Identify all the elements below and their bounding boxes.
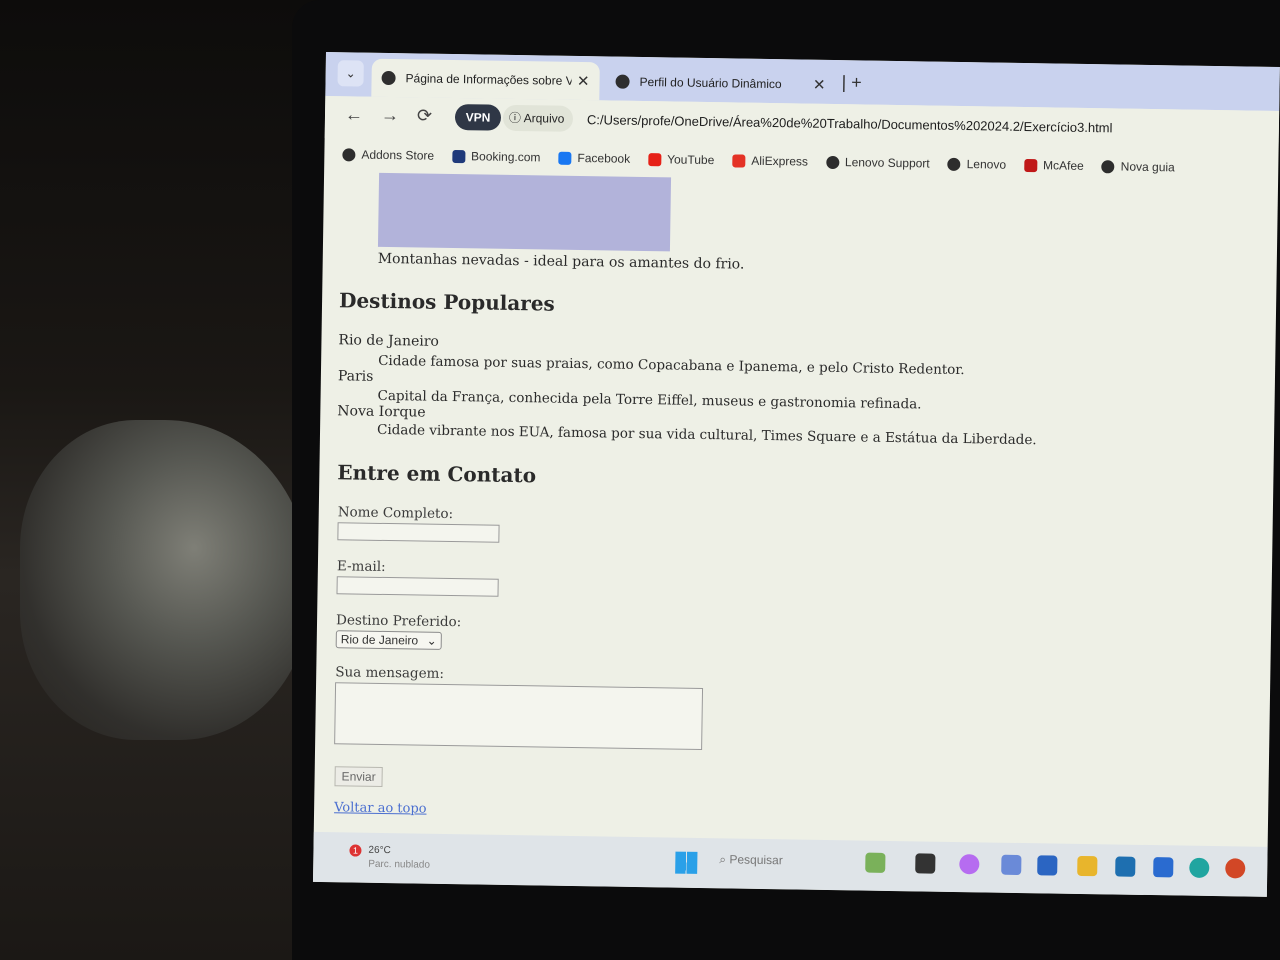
windows-start-icon[interactable]	[675, 851, 698, 874]
select-value: Rio de Janeiro	[340, 632, 419, 648]
store-icon[interactable]	[1115, 856, 1136, 877]
bookmark-addons-store[interactable]: Addons Store	[342, 142, 434, 167]
globe-icon	[825, 155, 840, 169]
aliexpress-icon	[732, 153, 746, 168]
destination-label: Destino Preferido:	[335, 612, 462, 631]
bookmark-label: Lenovo Support	[844, 155, 930, 171]
copilot-icon[interactable]	[959, 854, 980, 875]
bookmark-label: Nova guia	[1120, 159, 1175, 175]
bookmark-label: YouTube	[667, 152, 715, 168]
destination-name: Rio de Janeiro	[338, 332, 440, 350]
edge-icon[interactable]	[1189, 857, 1210, 878]
destinations-heading: Destinos Populares	[338, 288, 555, 316]
close-tab-icon[interactable]: ✕	[577, 72, 590, 90]
email-label: E-mail:	[336, 558, 386, 575]
weather-alert-icon[interactable]: 1	[349, 844, 362, 857]
lenovo-icon[interactable]	[915, 853, 936, 874]
word-icon[interactable]	[1037, 855, 1058, 876]
reload-icon[interactable]: ⟳	[417, 105, 432, 126]
bookmark-label: Addons Store	[361, 147, 435, 163]
back-arrow-icon[interactable]: ←	[345, 104, 363, 125]
file-explorer-icon[interactable]	[1077, 855, 1098, 877]
globe-icon	[947, 157, 961, 171]
bookmark-mcafee[interactable]: McAfee	[1023, 153, 1084, 178]
destination-description: Cidade vibrante nos EUA, famosa por sua …	[376, 421, 1037, 449]
address-bar[interactable]: C:/Users/profe/OneDrive/Área%20de%20Trab…	[587, 112, 1113, 135]
bookmark-aliexpress[interactable]: AliExpress	[732, 148, 808, 173]
powerpoint-icon[interactable]	[1225, 858, 1246, 879]
bookmark-facebook[interactable]: Facebook	[558, 146, 630, 171]
vpn-button[interactable]: VPN	[454, 104, 502, 131]
addons-store-icon	[342, 147, 356, 161]
bookmark-nova-guia[interactable]: Nova guia	[1101, 154, 1175, 179]
back-to-top-link[interactable]: Voltar ao topo	[334, 800, 427, 816]
taskbar-search-placeholder: Pesquisar	[729, 852, 783, 868]
widgets-icon[interactable]	[865, 852, 886, 873]
chevron-down-icon: ⌄	[426, 633, 437, 648]
globe-icon	[1101, 159, 1115, 173]
bookmark-label: AliExpress	[751, 153, 809, 169]
bookmark-lenovo[interactable]: Lenovo	[947, 152, 1007, 177]
search-icon: ⌕	[719, 852, 730, 867]
destination-description: Cidade famosa por suas praias, como Copa…	[378, 352, 965, 379]
plastic-bag	[20, 420, 310, 740]
page-content: Montanhas nevadas - ideal para os amante…	[314, 170, 1278, 845]
bookmark-label: Lenovo	[966, 157, 1007, 172]
tab-title: Página de Informações sobre Vi	[405, 71, 572, 88]
bookmark-label: McAfee	[1042, 158, 1084, 173]
taskbar-search[interactable]: ⌕ Pesquisar	[719, 852, 783, 868]
new-tab-icon[interactable]: | +	[841, 72, 862, 93]
laptop-screen: ⌄ Página de Informações sobre Vi ✕ Perfi…	[312, 52, 1280, 897]
tab-active[interactable]: Página de Informações sobre Vi ✕	[371, 58, 600, 101]
facebook-icon	[558, 151, 572, 165]
destination-select[interactable]: Rio de Janeiro ⌄	[335, 630, 442, 650]
email-input[interactable]	[336, 576, 499, 597]
destination-name: Paris	[337, 368, 374, 385]
site-info-chip[interactable]: ⓘ Arquivo	[502, 104, 574, 132]
bookmark-youtube[interactable]: YouTube	[648, 147, 715, 172]
message-label: Sua mensagem:	[335, 664, 445, 682]
globe-icon	[615, 74, 630, 89]
destination-description: Capital da França, conhecida pela Torre …	[377, 387, 922, 413]
booking-icon	[451, 149, 466, 163]
forward-arrow-icon[interactable]: →	[381, 105, 399, 126]
tab-search-button[interactable]: ⌄	[337, 60, 364, 87]
submit-button[interactable]: Enviar	[334, 766, 383, 787]
lenovo-vantage-icon[interactable]	[1153, 857, 1174, 878]
temperature[interactable]: 26°C	[368, 845, 391, 856]
image-caption: Montanhas nevadas - ideal para os amante…	[377, 250, 745, 273]
name-input[interactable]	[337, 522, 500, 543]
mountain-image	[377, 172, 672, 252]
teams-icon[interactable]	[1001, 854, 1022, 876]
bookmark-lenovo-support[interactable]: Lenovo Support	[825, 150, 930, 176]
globe-icon	[381, 70, 396, 86]
name-label: Nome Completo:	[337, 504, 454, 523]
tab-inactive[interactable]: Perfil do Usuário Dinâmico ✕	[605, 62, 836, 104]
scheme-label: Arquivo	[523, 111, 565, 126]
bookmark-label: Booking.com	[470, 149, 541, 165]
tab-title: Perfil do Usuário Dinâmico	[639, 74, 782, 92]
bookmark-label: Facebook	[577, 150, 631, 166]
info-icon: ⓘ	[508, 110, 522, 126]
message-textarea[interactable]	[334, 682, 704, 750]
mcafee-icon	[1023, 158, 1038, 172]
close-tab-icon[interactable]: ✕	[813, 76, 826, 94]
weather-condition: Parc. nublado	[368, 858, 431, 871]
bookmark-booking[interactable]: Booking.com	[451, 144, 541, 169]
youtube-icon	[648, 152, 662, 166]
contact-heading: Entre em Contato	[337, 460, 537, 488]
destination-name: Nova Iorque	[337, 403, 426, 421]
